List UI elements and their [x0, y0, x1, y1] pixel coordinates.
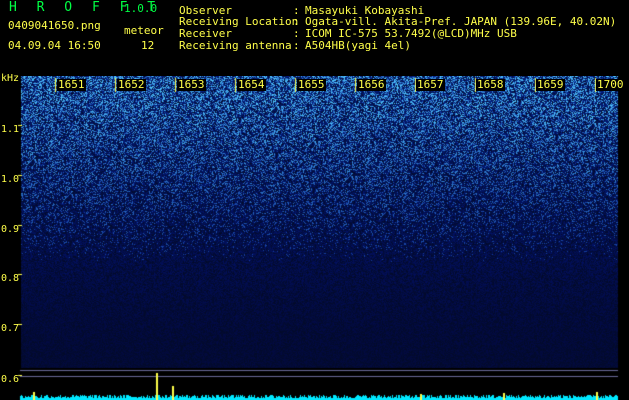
app-version: 1.0.0	[124, 2, 158, 15]
time-tick-label: 1657	[416, 78, 445, 91]
y-tick-label: 0.6	[1, 374, 20, 385]
file-name: 0409041650.png	[8, 19, 101, 32]
time-tick-label: 1654	[237, 78, 266, 91]
time-tick-label: 1655	[297, 78, 326, 91]
meteor-label: meteor	[124, 24, 164, 37]
y-tick-label: 0.8	[1, 273, 20, 284]
spectrogram-canvas	[0, 76, 629, 400]
time-tick-label: 1658	[476, 78, 505, 91]
antenna-colon: :	[293, 39, 300, 52]
y-tick-label: 1.0	[1, 174, 20, 185]
y-unit-label: kHz	[1, 73, 20, 84]
y-tick-label: 0.9	[1, 224, 20, 235]
header-panel: H R O F F T 1.0.0 0409041650.png meteor …	[0, 0, 629, 76]
time-tick-label: 1651	[57, 78, 86, 91]
meteor-count: 12	[141, 39, 155, 52]
time-tick-label: 1653	[177, 78, 206, 91]
time-tick-label: 1656	[357, 78, 386, 91]
y-tick-label: 1.1	[1, 124, 20, 135]
antenna-label: Receiving antenna	[179, 39, 292, 52]
time-tick-label: 1659	[536, 78, 565, 91]
time-tick-label: 1652	[117, 78, 146, 91]
file-datetime: 04.09.04 16:50	[8, 39, 101, 52]
time-tick-label: 1700	[596, 78, 625, 91]
antenna-value: A504HB(yagi 4el)	[305, 39, 411, 52]
y-tick-label: 0.7	[1, 323, 20, 334]
